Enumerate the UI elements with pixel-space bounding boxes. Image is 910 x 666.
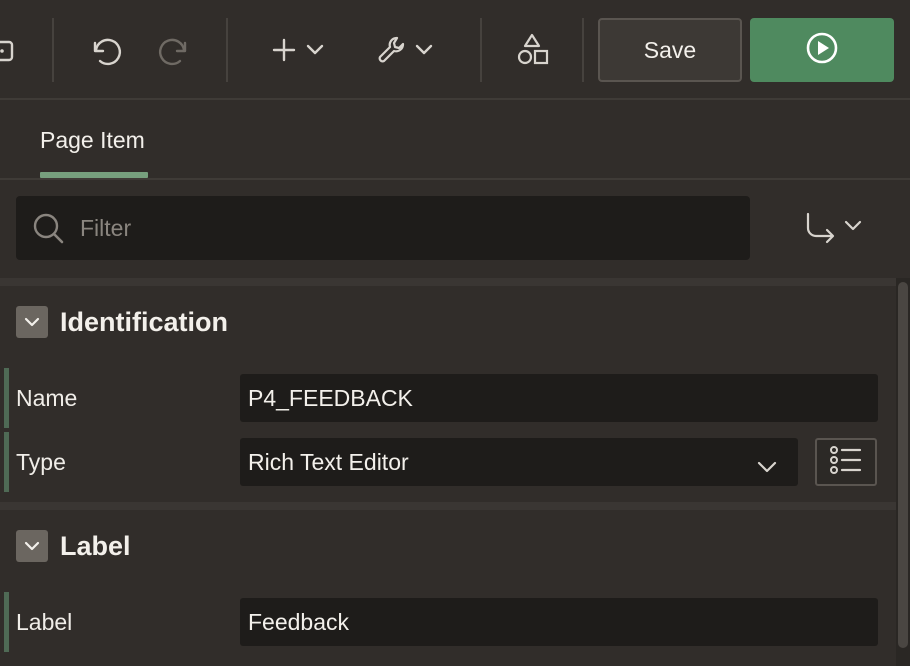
tab-bar: Page Item (0, 100, 910, 180)
undo-icon[interactable] (80, 26, 128, 74)
property-label: Name (16, 384, 78, 411)
save-button[interactable]: Save (598, 18, 742, 82)
run-button[interactable] (750, 18, 894, 82)
tab-page-item[interactable]: Page Item (40, 100, 145, 180)
list-icon (828, 445, 864, 480)
scrollbar-thumb[interactable] (898, 282, 908, 648)
filter-box (16, 196, 750, 260)
active-tab-indicator (40, 172, 148, 178)
list-of-values-button[interactable] (815, 438, 877, 486)
chevron-down-icon[interactable] (16, 306, 48, 338)
property-row-name: Name P4_FEEDBACK (4, 368, 896, 428)
add-menu-button[interactable] (266, 26, 330, 74)
shapes-icon[interactable] (508, 26, 556, 74)
name-field[interactable]: P4_FEEDBACK (240, 374, 878, 422)
go-to-icon (800, 206, 864, 251)
toolbar-separator (52, 18, 54, 82)
chevron-down-icon (756, 454, 778, 481)
group-title: Label (60, 530, 131, 561)
group-divider (0, 502, 896, 510)
filter-input[interactable] (80, 196, 740, 260)
type-select-value: Rich Text Editor (248, 448, 409, 475)
property-label: Label (16, 608, 73, 635)
property-label: Type (16, 448, 66, 475)
utilities-menu-button[interactable] (372, 26, 438, 74)
play-icon (804, 30, 840, 71)
partial-icon[interactable] (0, 26, 26, 74)
row-accent (4, 592, 9, 652)
group-header-identification[interactable]: Identification (16, 298, 228, 346)
toolbar-separator (480, 18, 482, 82)
type-select[interactable]: Rich Text Editor (240, 438, 798, 486)
search-icon (30, 210, 66, 246)
group-title: Identification (60, 306, 228, 337)
group-header-label[interactable]: Label (16, 522, 131, 570)
label-field[interactable]: Feedback (240, 598, 878, 646)
toolbar: Save (0, 0, 910, 100)
chevron-down-icon[interactable] (16, 530, 48, 562)
row-accent (4, 432, 9, 492)
redo-icon[interactable] (152, 26, 200, 74)
row-accent (4, 368, 9, 428)
property-row-type: Type Rich Text Editor (4, 432, 896, 492)
toolbar-separator (582, 18, 584, 82)
property-row-label: Label Feedback (4, 592, 896, 652)
go-to-group-button[interactable] (800, 205, 870, 251)
toolbar-separator (226, 18, 228, 82)
